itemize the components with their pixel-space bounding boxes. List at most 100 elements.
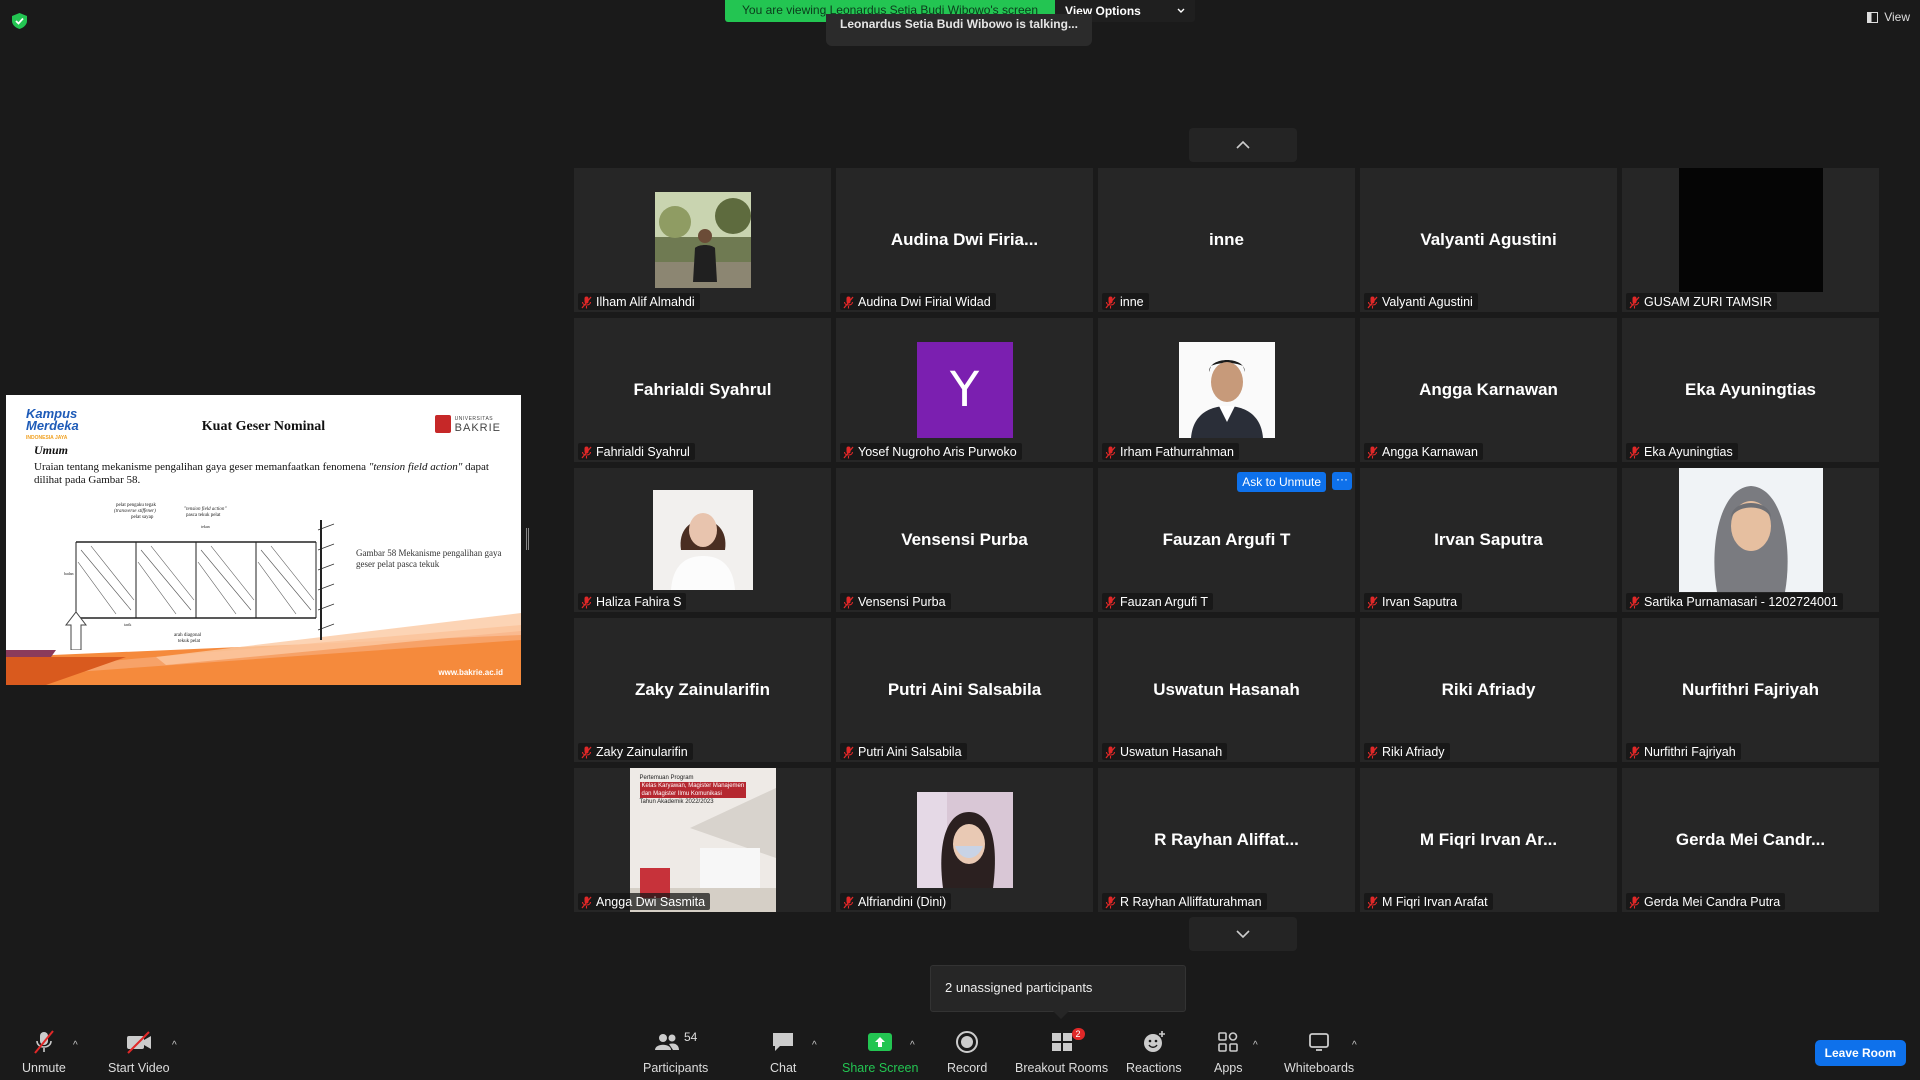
participant-tile[interactable]: Ilham Alif Almahdi [574,168,831,312]
share-screen-button[interactable]: Share Screen [842,1029,918,1075]
participant-tile[interactable]: Pertemuan Program Kelas Karyawan, Magiste… [574,768,831,912]
participant-name-label: Haliza Fahira S [578,593,687,610]
participant-tile[interactable]: Angga Karnawan Angga Karnawan [1360,318,1617,462]
view-button[interactable]: View [1867,10,1910,24]
gallery-prev-page-button[interactable] [1189,128,1297,162]
participant-avatar: Y [916,342,1013,438]
diagram-label-6: tekan [201,524,210,529]
participant-name-label: Ilham Alif Almahdi [578,293,700,310]
reactions-button[interactable]: Reactions [1126,1029,1182,1075]
record-button[interactable]: Record [947,1029,987,1075]
microphone-muted-icon [581,746,592,758]
share-screen-label: Share Screen [842,1061,919,1075]
participant-tile[interactable]: Fauzan Argufi T Ask to Unmute ··· Fauzan Ar… [1098,468,1355,612]
participant-display-name: Audina Dwi Firia... [890,230,1039,249]
microphone-muted-icon [1629,446,1640,458]
apps-button[interactable]: Apps [1214,1029,1243,1075]
diagram-label-2: (transverse stiffener) [114,509,156,514]
participant-tile[interactable]: Riki Afriady Riki Afriady [1360,618,1617,762]
participant-display-name: inne [1209,230,1244,249]
participant-video: Pertemuan Program Kelas Karyawan, Magiste… [629,768,776,912]
participant-tile[interactable]: Vensensi Purba Vensensi Purba [836,468,1093,612]
microphone-muted-icon [1105,896,1116,908]
participant-tile[interactable]: Audina Dwi Firia... Audina Dwi Firial Wid… [836,168,1093,312]
participant-display-name: Angga Karnawan [1419,380,1558,399]
participant-tile[interactable]: Gerda Mei Candr... Gerda Mei Candra Putra [1622,768,1879,912]
participant-tile[interactable]: Uswatun Hasanah Uswatun Hasanah [1098,618,1355,762]
bakrie-mark-icon [434,415,451,433]
participant-name-label: Vensensi Purba [840,593,951,610]
participant-name-label: inne [1102,293,1149,310]
participant-name-label: Audina Dwi Firial Widad [840,293,996,310]
participant-name-label: Zaky Zainularifin [578,743,693,760]
participant-tile[interactable]: Y Yosef Nugroho Aris Purwoko [836,318,1093,462]
share-options-caret[interactable]: ^ [910,1040,915,1051]
whiteboards-button[interactable]: Whiteboards [1284,1029,1354,1075]
participant-tile[interactable]: R Rayhan Aliffat... R Rayhan Alliffaturah… [1098,768,1355,912]
participant-tile[interactable]: Irvan Saputra Irvan Saputra [1360,468,1617,612]
start-video-button[interactable]: Start Video [108,1029,170,1075]
participant-name-label: Nurfithri Fajriyah [1626,743,1741,760]
leave-room-button[interactable]: Leave Room [1814,1040,1906,1066]
record-label: Record [947,1061,988,1075]
participant-tile[interactable]: Nurfithri Fajriyah Nurfithri Fajriyah [1622,618,1879,762]
participant-tile[interactable]: Sartika Purnamasari - 1202724001 [1622,468,1879,612]
microphone-muted-icon [581,596,592,608]
participant-display-name: M Fiqri Irvan Ar... [1419,830,1558,849]
unassigned-participants-tooltip[interactable]: 2 unassigned participants [930,965,1186,1019]
whiteboards-options-caret[interactable]: ^ [1352,1040,1357,1051]
whiteboard-icon [1309,1033,1329,1051]
chat-button[interactable]: Chat [770,1029,796,1075]
microphone-muted-icon [1105,446,1116,458]
panel-resize-handle[interactable] [526,528,529,550]
security-shield-icon[interactable] [12,13,27,29]
participants-button[interactable]: 54 Participants [643,1029,708,1075]
participant-name-label: Eka Ayuningtias [1626,443,1738,460]
participant-tile[interactable]: Alfriandini (Dini) [836,768,1093,912]
participant-tile[interactable]: GUSAM ZURI TAMSIR [1622,168,1879,312]
unmute-button[interactable]: Unmute [22,1029,66,1075]
participant-tile[interactable]: Putri Aini Salsabila Putri Aini Salsabila [836,618,1093,762]
chat-icon [773,1033,794,1051]
microphone-muted-icon [843,746,854,758]
participant-tile[interactable]: Valyanti Agustini Valyanti Agustini [1360,168,1617,312]
view-label: View [1884,10,1910,24]
audio-options-caret[interactable]: ^ [73,1040,78,1051]
more-options-button[interactable]: ··· [1332,472,1352,490]
chevron-up-icon [1236,140,1250,149]
microphone-muted-icon [1629,746,1640,758]
participant-tile[interactable]: Zaky Zainularifin Zaky Zainularifin [574,618,831,762]
microphone-muted-icon [1367,746,1378,758]
video-options-caret[interactable]: ^ [172,1040,177,1051]
participant-name-label: Fauzan Argufi T [1102,593,1214,610]
microphone-muted-icon [1367,596,1378,608]
unmute-label: Unmute [22,1061,66,1075]
layout-icon [1867,11,1879,23]
participant-tile[interactable]: Haliza Fahira S [574,468,831,612]
participant-tile[interactable]: M Fiqri Irvan Ar... M Fiqri Irvan Arafat [1360,768,1617,912]
microphone-muted-icon [581,896,592,908]
participant-tile[interactable]: Eka Ayuningtias Eka Ayuningtias [1622,318,1879,462]
participant-photo [1678,468,1823,592]
microphone-muted-icon [1367,896,1378,908]
slide-paragraph: Uraian tentang mekanisme pengalihan gaya… [34,461,489,486]
participant-display-name: Eka Ayuningtias [1685,380,1816,399]
breakout-rooms-button[interactable]: 2 Breakout Rooms [1015,1028,1108,1075]
diagram-label-1: pelat pengaku tegak [116,503,156,508]
participant-name-label: Irham Fathurrahman [1102,443,1239,460]
participant-tile[interactable]: Fahrialdi Syahrul Fahrialdi Syahrul [574,318,831,462]
participant-display-name: Fauzan Argufi T [1162,530,1291,549]
diagram-label-9: arah diagonal [174,633,202,638]
participant-display-name: Irvan Saputra [1434,530,1543,549]
apps-options-caret[interactable]: ^ [1253,1040,1258,1051]
participants-label: Participants [643,1061,709,1075]
participants-icon [654,1034,679,1050]
participant-photo [1178,342,1275,438]
ask-to-unmute-button[interactable]: Ask to Unmute [1237,472,1326,492]
microphone-muted-icon [1629,596,1640,608]
participant-tile[interactable]: Irham Fathurrahman [1098,318,1355,462]
gallery-next-page-button[interactable] [1189,917,1297,951]
participant-name-label: Yosef Nugroho Aris Purwoko [840,443,1022,460]
participant-tile[interactable]: inne inne [1098,168,1355,312]
chat-options-caret[interactable]: ^ [812,1040,817,1051]
